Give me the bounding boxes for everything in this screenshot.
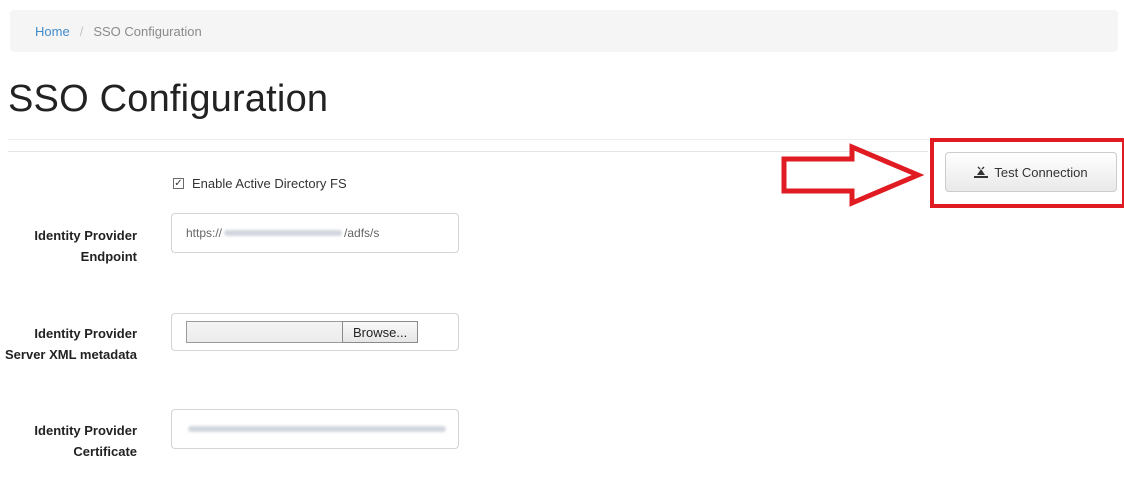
- enable-adfs-checkbox-row[interactable]: ✓ Enable Active Directory FS: [173, 176, 347, 191]
- enable-adfs-label: Enable Active Directory FS: [192, 176, 347, 191]
- certificate-label: Identity Provider Certificate: [34, 423, 137, 459]
- endpoint-input[interactable]: https:// /adfs/s: [171, 213, 459, 253]
- annotation-arrow-icon: [781, 143, 925, 207]
- endpoint-value-prefix: https://: [186, 226, 223, 240]
- test-connection-label: Test Connection: [994, 164, 1088, 180]
- endpoint-label: Identity Provider Endpoint: [34, 228, 137, 264]
- metadata-label: Identity Provider Server XML metadata: [5, 326, 137, 362]
- browse-button[interactable]: Browse...: [342, 321, 419, 343]
- test-connection-button[interactable]: Test Connection: [945, 152, 1117, 192]
- endpoint-value-suffix: /adfs/s: [344, 226, 380, 240]
- enable-adfs-checkbox[interactable]: ✓: [173, 178, 184, 189]
- breadcrumb-separator: /: [79, 23, 84, 39]
- test-connection-icon: [974, 166, 989, 178]
- breadcrumb: Home / SSO Configuration: [10, 10, 1118, 52]
- breadcrumb-current: SSO Configuration: [93, 23, 202, 39]
- redacted-host: [224, 230, 343, 236]
- certificate-input[interactable]: [171, 409, 459, 449]
- page-title: SSO Configuration: [8, 78, 329, 120]
- title-divider: [8, 139, 1118, 140]
- redacted-certificate: [188, 426, 446, 432]
- breadcrumb-home-link[interactable]: Home: [35, 24, 70, 39]
- metadata-file-input[interactable]: Browse...: [171, 313, 459, 351]
- metadata-file-path[interactable]: [186, 321, 342, 343]
